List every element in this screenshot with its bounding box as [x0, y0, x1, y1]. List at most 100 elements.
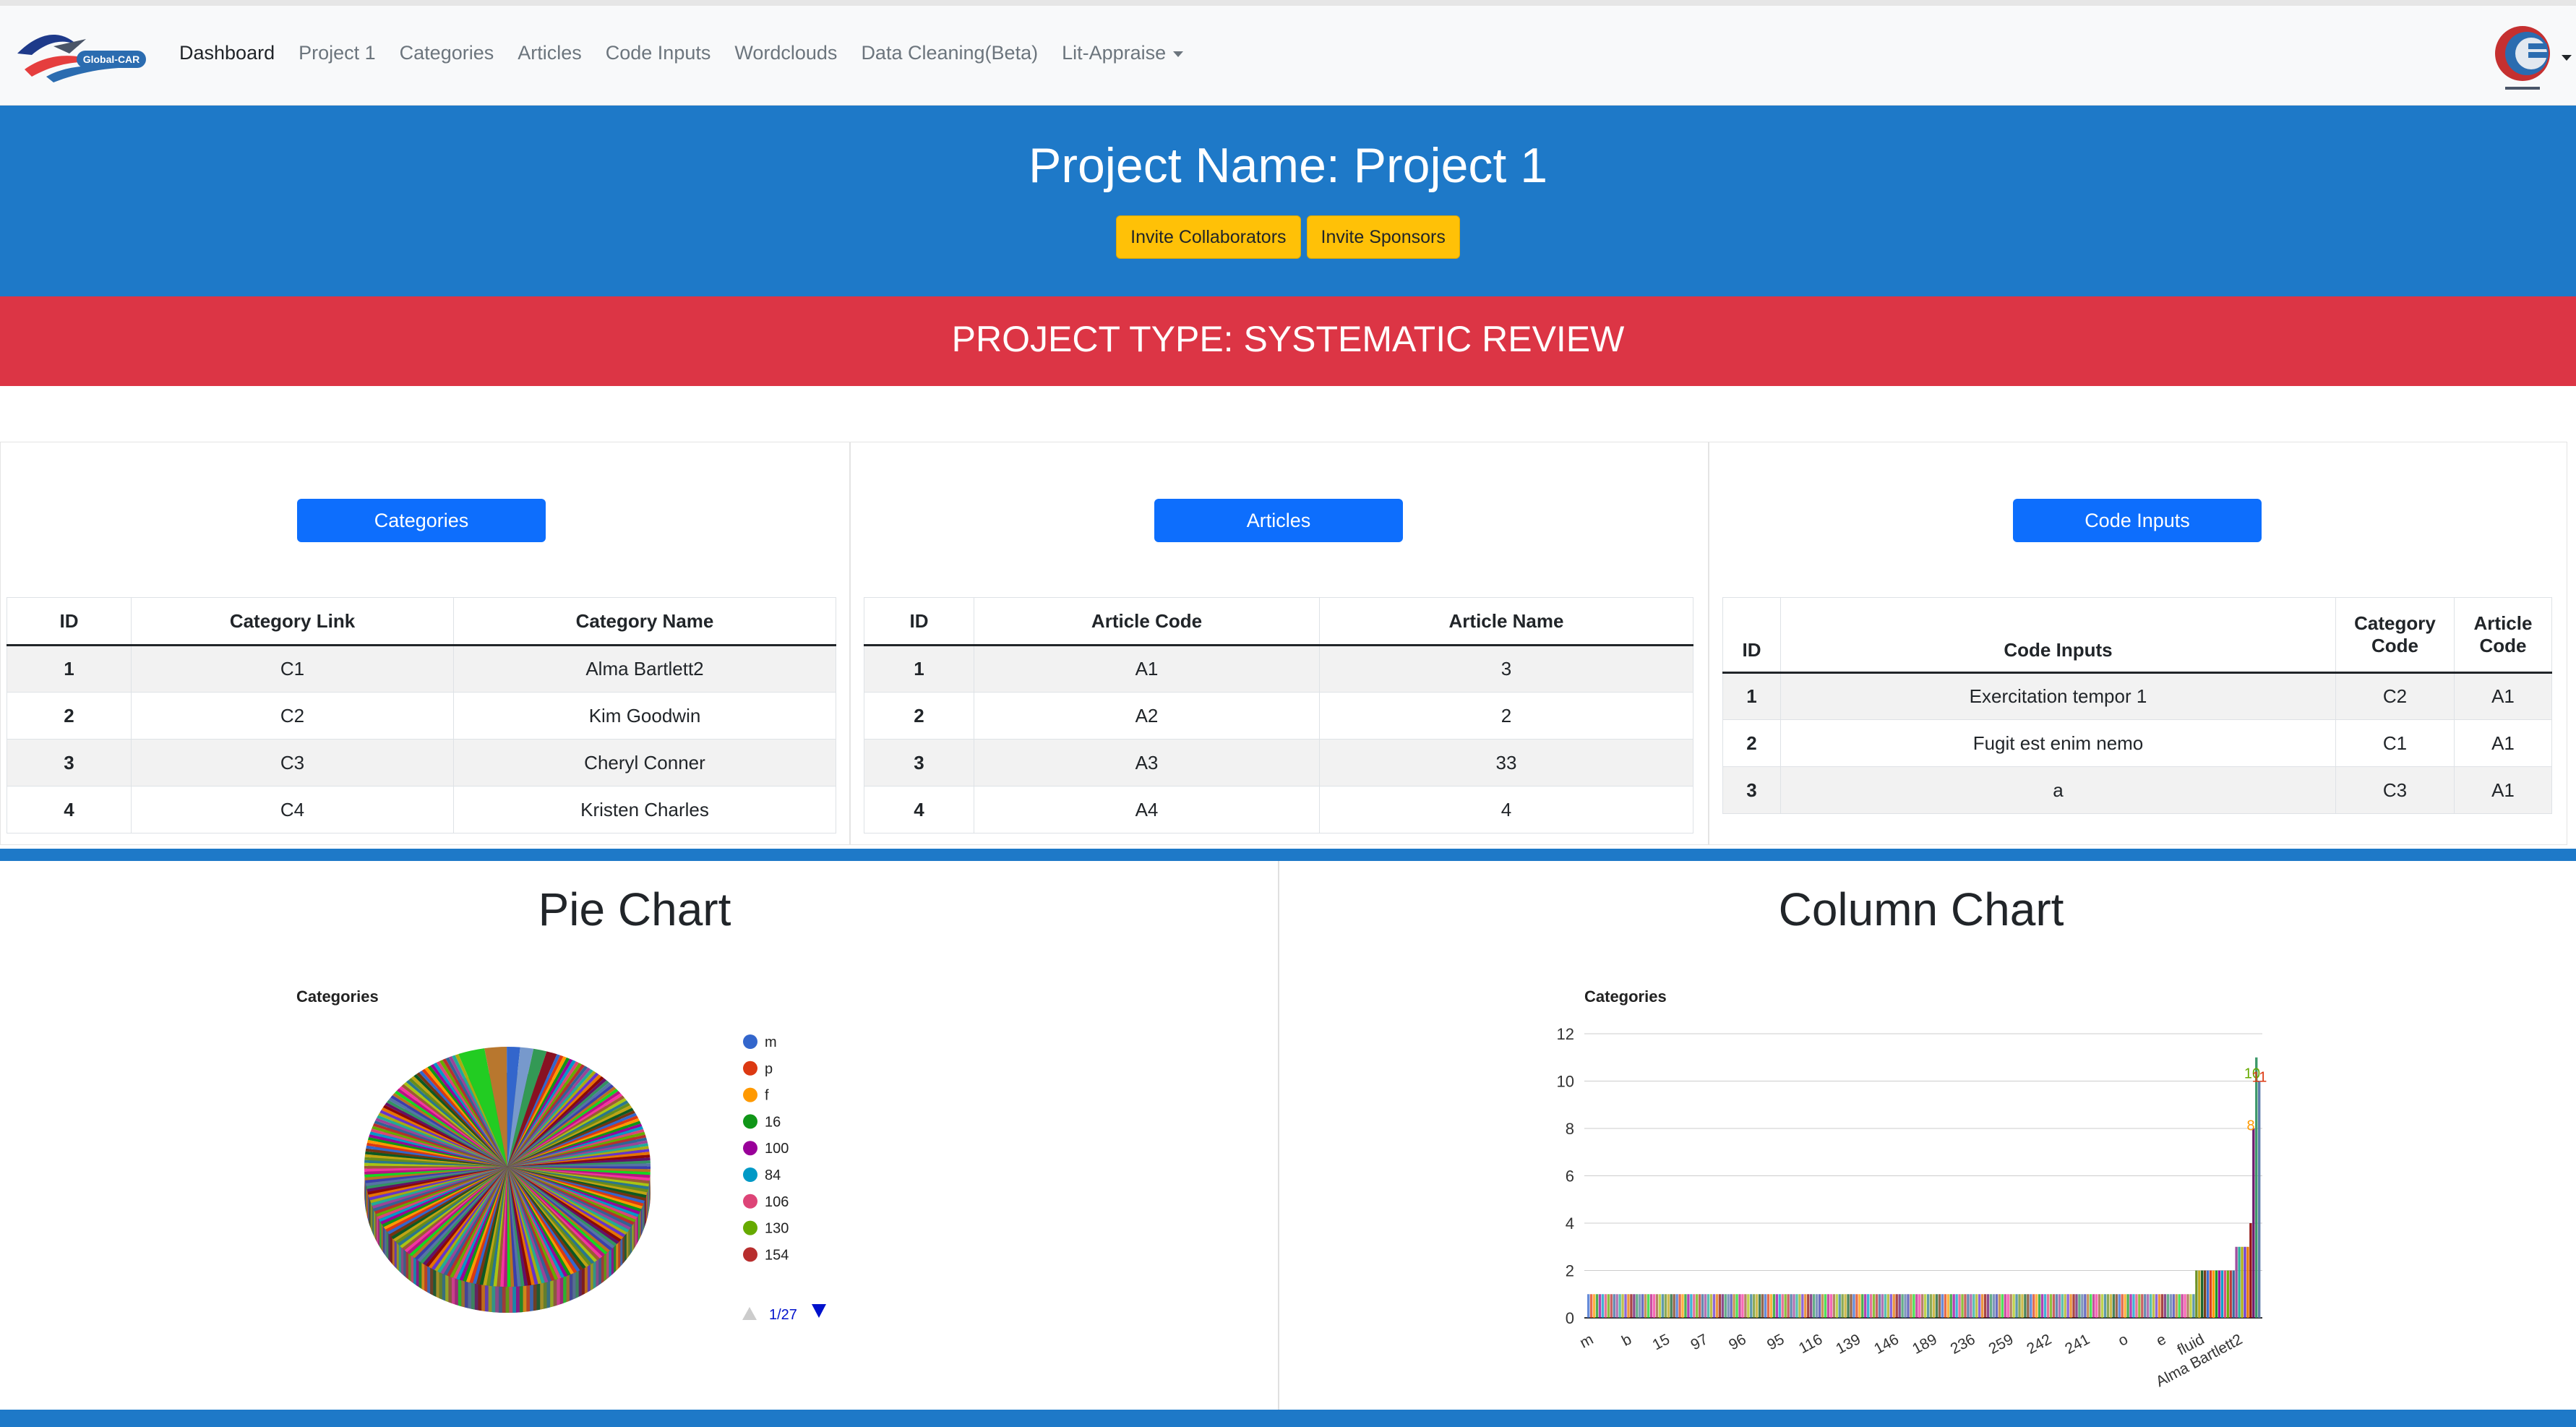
- nav-articles[interactable]: Articles: [518, 42, 582, 64]
- column-bar[interactable]: [1704, 1294, 1707, 1318]
- column-bar[interactable]: [2152, 1294, 2155, 1318]
- column-bar[interactable]: [1621, 1294, 1624, 1318]
- articles-button[interactable]: Articles: [1154, 499, 1403, 542]
- column-bar[interactable]: [2181, 1294, 2184, 1318]
- column-bar[interactable]: [1673, 1294, 1675, 1318]
- column-bar[interactable]: [2115, 1294, 2118, 1318]
- column-bar[interactable]: [2035, 1294, 2038, 1318]
- column-bar[interactable]: [2238, 1246, 2241, 1318]
- column-bar[interactable]: [1613, 1294, 1615, 1318]
- column-bar[interactable]: [1941, 1294, 1944, 1318]
- column-bar[interactable]: [1980, 1294, 1984, 1318]
- column-bar[interactable]: [2066, 1294, 2069, 1318]
- column-bar[interactable]: [2103, 1294, 2107, 1318]
- column-bar[interactable]: [1875, 1294, 1879, 1318]
- column-bar[interactable]: [1975, 1294, 1978, 1318]
- legend-label[interactable]: 100: [765, 1141, 789, 1157]
- column-bar[interactable]: [2027, 1294, 2030, 1318]
- column-bar[interactable]: [1615, 1294, 1618, 1318]
- column-bar[interactable]: [2241, 1246, 2244, 1318]
- column-bar[interactable]: [1715, 1294, 1719, 1318]
- column-bar[interactable]: [1790, 1294, 1793, 1318]
- column-bar[interactable]: [2195, 1270, 2198, 1319]
- column-bar[interactable]: [1864, 1294, 1867, 1318]
- column-bar[interactable]: [1949, 1294, 1952, 1318]
- column-bar[interactable]: [1847, 1294, 1850, 1318]
- column-bar[interactable]: [1952, 1294, 1955, 1318]
- column-bar[interactable]: [1938, 1294, 1941, 1318]
- column-bar[interactable]: [1898, 1294, 1901, 1318]
- column-bar[interactable]: [1747, 1294, 1750, 1318]
- column-bar[interactable]: [1812, 1294, 1816, 1318]
- column-bar[interactable]: [1750, 1294, 1753, 1318]
- column-bar[interactable]: [1709, 1294, 1713, 1318]
- column-bar[interactable]: [1758, 1294, 1761, 1318]
- avatar-chevron-down-icon[interactable]: [2562, 55, 2572, 61]
- column-bar[interactable]: [2235, 1246, 2238, 1318]
- column-bar[interactable]: [1690, 1294, 1693, 1318]
- column-bar[interactable]: [2092, 1294, 2095, 1318]
- column-bar[interactable]: [1944, 1294, 1946, 1318]
- column-bar[interactable]: [1838, 1294, 1841, 1318]
- column-bar[interactable]: [1661, 1294, 1665, 1318]
- global-car-logo[interactable]: Global-CAR: [10, 25, 147, 90]
- column-bar[interactable]: [2201, 1270, 2204, 1319]
- column-bar[interactable]: [1910, 1294, 1912, 1318]
- column-bar[interactable]: [2149, 1294, 2152, 1318]
- column-bar[interactable]: [1829, 1294, 1833, 1318]
- column-bar[interactable]: [2184, 1294, 2186, 1318]
- column-bar[interactable]: [1795, 1294, 1798, 1318]
- column-bar[interactable]: [2138, 1294, 2141, 1318]
- column-bar[interactable]: [1872, 1294, 1876, 1318]
- column-bar[interactable]: [2175, 1294, 2178, 1318]
- column-bar[interactable]: [1610, 1294, 1613, 1318]
- column-bar[interactable]: [1818, 1294, 1821, 1318]
- column-bar[interactable]: [1721, 1294, 1724, 1318]
- column-bar[interactable]: [1918, 1294, 1921, 1318]
- column-bar[interactable]: [2040, 1294, 2044, 1318]
- column-bar[interactable]: [2052, 1294, 2056, 1318]
- column-bar[interactable]: [2246, 1246, 2249, 1318]
- nav-dashboard[interactable]: Dashboard: [179, 42, 275, 64]
- column-bar[interactable]: [1858, 1294, 1861, 1318]
- column-bar[interactable]: [1730, 1294, 1733, 1318]
- column-bar[interactable]: [2081, 1294, 2084, 1318]
- column-bar[interactable]: [1764, 1294, 1767, 1318]
- column-bar[interactable]: [2232, 1270, 2235, 1319]
- legend-prev-page-icon[interactable]: [742, 1307, 757, 1320]
- column-bar[interactable]: [1967, 1294, 1970, 1318]
- column-bar[interactable]: [1989, 1294, 1993, 1318]
- column-bar[interactable]: [2075, 1294, 2078, 1318]
- column-bar[interactable]: [2124, 1294, 2126, 1318]
- column-bar[interactable]: [1630, 1294, 1633, 1318]
- column-bar[interactable]: [1793, 1294, 1795, 1318]
- column-bar[interactable]: [2144, 1294, 2147, 1318]
- column-bar[interactable]: [2155, 1294, 2158, 1318]
- column-bar[interactable]: [1824, 1294, 1827, 1318]
- column-bar[interactable]: [2252, 1128, 2255, 1318]
- column-bar[interactable]: [1826, 1294, 1830, 1318]
- column-bar[interactable]: [1815, 1294, 1819, 1318]
- column-bar[interactable]: [1775, 1294, 1778, 1318]
- column-bar[interactable]: [2009, 1294, 2012, 1318]
- column-bar[interactable]: [2012, 1294, 2015, 1318]
- column-bar[interactable]: [1915, 1294, 1918, 1318]
- column-bar[interactable]: [2198, 1270, 2201, 1319]
- column-bar[interactable]: [1678, 1294, 1681, 1318]
- column-bar[interactable]: [2217, 1270, 2221, 1319]
- column-bar[interactable]: [2244, 1246, 2246, 1318]
- column-bar[interactable]: [1983, 1294, 1987, 1318]
- column-bar[interactable]: [1733, 1294, 1735, 1318]
- column-bar[interactable]: [1738, 1294, 1741, 1318]
- column-bar[interactable]: [1618, 1294, 1621, 1318]
- column-bar[interactable]: [1687, 1294, 1690, 1318]
- column-bar[interactable]: [1649, 1294, 1653, 1318]
- column-bar[interactable]: [1921, 1294, 1924, 1318]
- column-bar[interactable]: [1595, 1294, 1599, 1318]
- column-bar[interactable]: [2015, 1294, 2018, 1318]
- column-bar[interactable]: [2069, 1294, 2072, 1318]
- column-bar[interactable]: [1932, 1294, 1936, 1318]
- column-bar[interactable]: [1892, 1294, 1895, 1318]
- column-bar[interactable]: [1641, 1294, 1644, 1318]
- column-bar[interactable]: [1889, 1294, 1892, 1318]
